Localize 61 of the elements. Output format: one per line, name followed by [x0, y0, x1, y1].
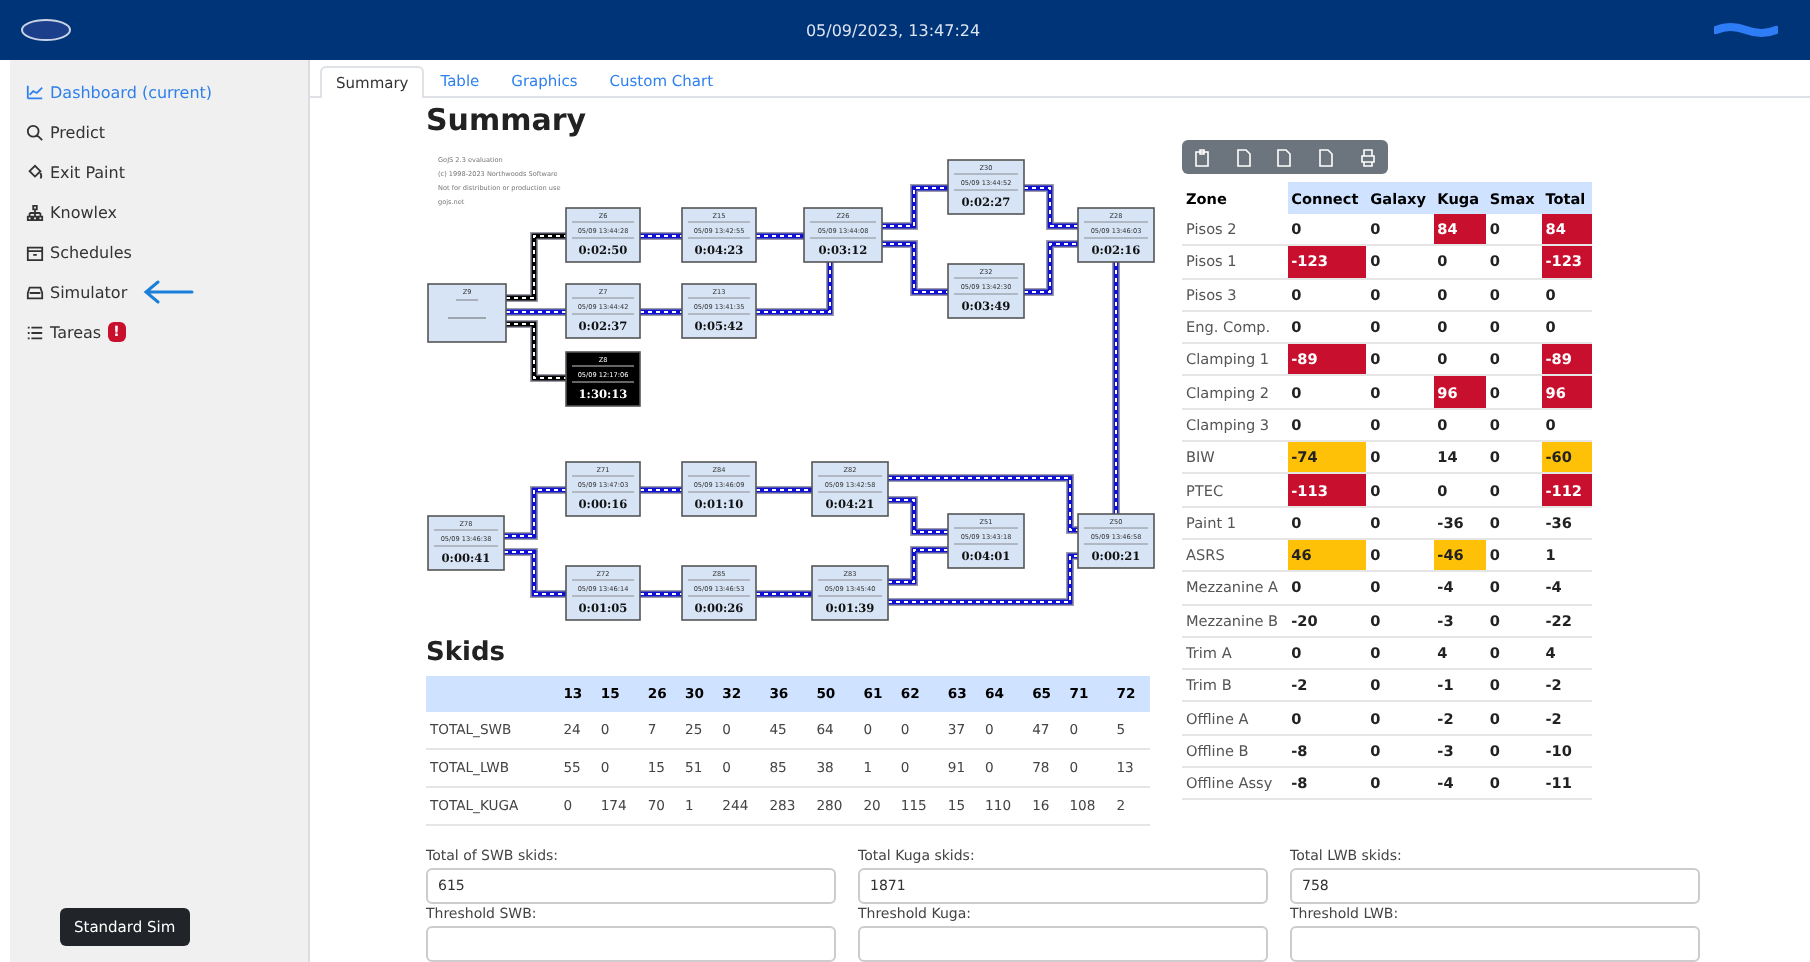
file-button[interactable] — [1274, 147, 1295, 167]
search-icon — [26, 123, 44, 141]
clipboard-button[interactable] — [1192, 147, 1213, 167]
sidebar-item[interactable]: Schedules — [26, 243, 132, 261]
connector-line — [503, 486, 567, 540]
sidebar-item[interactable]: Tareas — [26, 323, 102, 341]
node-box[interactable] — [1077, 513, 1155, 569]
connector-line — [639, 308, 683, 316]
connector-line — [881, 184, 949, 230]
node-box[interactable] — [681, 207, 757, 263]
connector-line — [755, 486, 813, 494]
paint-bucket-icon — [26, 163, 44, 181]
node-box[interactable] — [565, 461, 641, 517]
connector-line — [639, 590, 683, 598]
sidebar-item[interactable]: Simulator — [26, 283, 128, 301]
node-box[interactable] — [427, 515, 505, 571]
section-title: Summary — [424, 100, 589, 142]
input-field[interactable] — [426, 926, 836, 962]
print-button[interactable] — [1357, 147, 1378, 167]
node-box[interactable] — [565, 565, 641, 621]
node-box[interactable] — [427, 283, 507, 343]
chart-icon — [26, 83, 44, 101]
file-button[interactable] — [1316, 147, 1337, 167]
connector-line — [1023, 240, 1079, 296]
node-box[interactable] — [565, 283, 641, 339]
scribble-icon — [1714, 22, 1778, 38]
node-box[interactable] — [681, 565, 757, 621]
connector-line — [639, 486, 683, 494]
hierarchy-icon — [26, 203, 44, 221]
sidebar-item[interactable]: Knowlex — [26, 203, 117, 221]
connector-line — [503, 548, 567, 598]
connector-line — [505, 232, 567, 302]
file-button[interactable] — [1233, 147, 1254, 167]
node-box[interactable] — [681, 283, 757, 339]
node-box[interactable] — [947, 513, 1025, 569]
node-box[interactable] — [811, 461, 889, 517]
connector-line — [505, 308, 567, 316]
node-box[interactable] — [565, 207, 641, 263]
connector-line — [505, 320, 567, 382]
connector-line — [755, 232, 805, 240]
logo-icon — [20, 18, 72, 42]
section-title: Skids — [426, 638, 508, 670]
node-box[interactable] — [803, 207, 883, 263]
connector-line — [881, 240, 949, 296]
sidebar-item[interactable]: Predict — [26, 123, 106, 141]
calendar-icon — [26, 243, 44, 261]
connector-line — [755, 590, 813, 598]
connector-line — [755, 261, 834, 316]
input-field[interactable] — [858, 926, 1268, 962]
connector-line — [639, 232, 683, 240]
connector-line — [1023, 184, 1079, 230]
list-icon — [26, 323, 44, 341]
node-box[interactable] — [947, 159, 1025, 215]
date-time: 05/09/2023, 13:47:24 — [803, 21, 983, 39]
input-field[interactable] — [1290, 926, 1700, 962]
node-box[interactable] — [681, 461, 757, 517]
node-box[interactable] — [1077, 207, 1155, 263]
sidebar-item[interactable]: Exit Paint — [26, 163, 125, 181]
node-box[interactable] — [811, 565, 889, 621]
node-box[interactable] — [565, 351, 641, 407]
node-box[interactable] — [947, 263, 1025, 319]
